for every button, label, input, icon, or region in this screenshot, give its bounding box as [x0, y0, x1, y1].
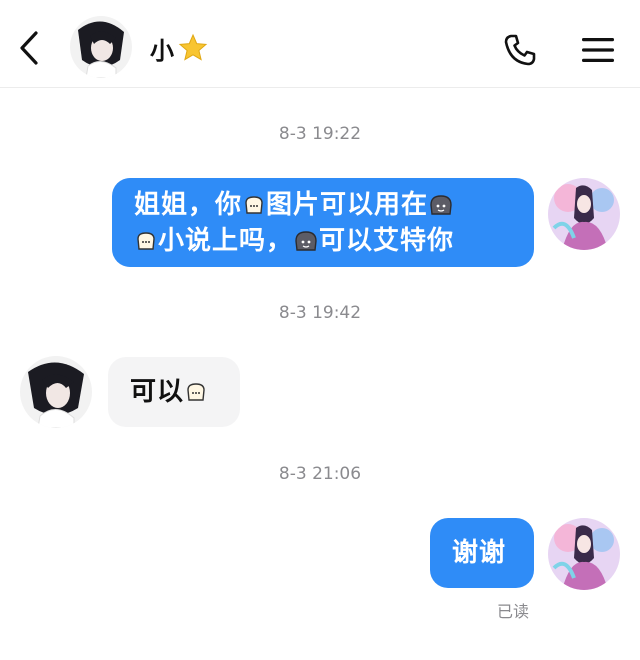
star-icon	[178, 33, 208, 63]
menu-button[interactable]	[574, 28, 622, 72]
back-button[interactable]	[14, 28, 44, 68]
message-timestamp: 8-3 19:22	[278, 124, 362, 144]
phone-icon	[504, 34, 536, 66]
incoming-message-bubble[interactable]: 可以	[108, 357, 240, 427]
message-text: 可以	[130, 377, 185, 407]
contact-message-avatar[interactable]	[20, 356, 92, 428]
bread-emoji-icon	[185, 360, 207, 430]
outgoing-message-bubble[interactable]: 谢谢	[430, 518, 534, 588]
outgoing-message-bubble[interactable]: 姐姐，你 图片可以用在小说上吗， 可以艾特你	[112, 178, 534, 267]
message-text: 小说上吗，	[158, 226, 294, 256]
hamburger-menu-icon	[582, 38, 614, 62]
call-button[interactable]	[498, 28, 542, 72]
message-text: 谢谢	[452, 538, 507, 568]
message-timestamp: 8-3 19:42	[278, 303, 362, 323]
my-avatar[interactable]	[548, 518, 620, 590]
contact-avatar[interactable]	[70, 16, 132, 78]
contact-name-text: 小	[150, 36, 174, 65]
read-status: 已读	[497, 602, 530, 621]
bread-emoji-icon	[243, 192, 265, 225]
bread-emoji-icon	[135, 228, 157, 261]
chat-header: 小	[0, 0, 640, 88]
gray-emoji-icon	[429, 192, 453, 225]
my-avatar[interactable]	[548, 178, 620, 250]
contact-name: 小	[150, 28, 208, 68]
chevron-left-icon	[20, 31, 38, 65]
gray-emoji-icon	[294, 228, 318, 261]
message-text: 姐姐，你	[134, 190, 243, 220]
message-text: 图片可以用在	[266, 190, 429, 220]
message-timestamp: 8-3 21:06	[278, 464, 362, 484]
message-text: 可以艾特你	[319, 226, 455, 256]
